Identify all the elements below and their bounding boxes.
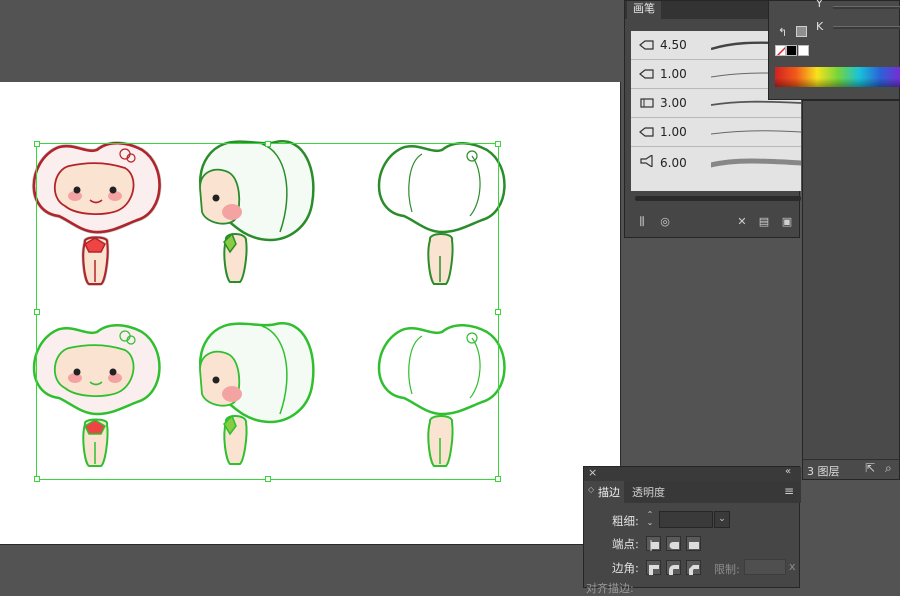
current-color-swatch[interactable] — [796, 26, 807, 37]
calligraphic-brush-icon — [639, 69, 654, 79]
brush-libraries-icon[interactable]: ⫼ — [635, 215, 649, 228]
tab-options-icon: ◇ — [588, 485, 595, 494]
bevel-join-button[interactable] — [686, 560, 701, 575]
brush-size: 4.50 — [660, 38, 687, 52]
miter-join-icon — [649, 565, 659, 575]
layers-panel: 3 图层 ⇱ ⌕ — [802, 100, 900, 480]
color-panel: Y K ↰ — [768, 0, 900, 100]
tab-brushes[interactable]: 画笔 — [627, 1, 661, 19]
butt-cap-icon — [650, 540, 659, 551]
corner-label: 边角: — [612, 561, 639, 575]
none-slash-icon — [776, 46, 785, 55]
k-channel-label: K — [816, 20, 824, 33]
miter-limit-input[interactable] — [744, 559, 786, 575]
art-brush-icon — [640, 98, 654, 108]
white-swatch[interactable] — [798, 45, 809, 56]
brush-stroke-preview — [711, 130, 801, 135]
layers-footer: 3 图层 ⇱ ⌕ — [803, 459, 900, 481]
color-spectrum-shade — [775, 67, 900, 87]
round-join-button[interactable] — [666, 560, 681, 575]
brush-row[interactable]: 6.00 — [631, 147, 801, 181]
handle-bottom-left[interactable] — [34, 476, 40, 482]
weight-label: 粗细: — [612, 514, 639, 528]
remove-brush-stroke-icon[interactable]: ✕ — [735, 215, 749, 228]
selection-bounding-box[interactable] — [34, 141, 501, 482]
projecting-cap-button[interactable] — [686, 536, 701, 551]
align-stroke-label: 对齐描边: — [586, 582, 634, 595]
brush-stroke-bar — [635, 196, 801, 201]
miter-join-button[interactable] — [646, 560, 661, 575]
butt-cap-button[interactable] — [646, 536, 661, 551]
close-icon[interactable]: × — [588, 466, 597, 479]
calligraphic-brush-icon — [639, 40, 654, 50]
tab-transparency[interactable]: 透明度 — [632, 484, 665, 500]
out-of-gamut-arrow-icon[interactable]: ↰ — [778, 26, 787, 39]
handle-top-right[interactable] — [495, 141, 501, 147]
libraries-panel-icon[interactable]: ◎ — [658, 215, 672, 228]
layers-count: 3 图层 — [807, 465, 840, 478]
y-slider-track[interactable] — [833, 6, 900, 9]
brush-row[interactable]: 1.00 — [631, 118, 801, 147]
handle-bottom-right[interactable] — [495, 476, 501, 482]
collapse-icon[interactable]: « — [785, 466, 791, 477]
brush-size: 6.00 — [660, 156, 687, 170]
limit-label: 限制: — [714, 563, 740, 576]
handle-top-left[interactable] — [34, 141, 40, 147]
calligraphic-brush-icon — [639, 127, 654, 137]
handle-middle-right[interactable] — [495, 309, 501, 315]
stroke-panel: × « ◇ 描边 透明度 ≡ 粗细: ⌃ ⌄ ⌄ 端点: 边角: 限制: x 对齐… — [583, 466, 801, 595]
brush-stroke-preview — [711, 158, 801, 168]
tab-stroke[interactable]: ◇ 描边 — [584, 481, 624, 503]
round-join-icon — [669, 565, 679, 575]
brush-size: 1.00 — [660, 125, 687, 139]
brush-options-icon[interactable]: ▤ — [757, 215, 771, 228]
search-icon[interactable]: ⌕ — [885, 461, 892, 476]
black-swatch[interactable] — [786, 45, 797, 56]
none-swatch[interactable] — [775, 45, 786, 56]
tab-stroke-label: 描边 — [598, 486, 620, 499]
handle-bottom-middle[interactable] — [265, 476, 271, 482]
new-brush-icon[interactable]: ▣ — [780, 215, 794, 228]
stroke-panel-tabs: ◇ 描边 透明度 ≡ — [584, 481, 801, 503]
handle-middle-left[interactable] — [34, 309, 40, 315]
round-cap-button[interactable] — [666, 536, 681, 551]
stroke-panel-titlebar[interactable]: × « — [584, 466, 801, 481]
round-cap-icon — [669, 542, 679, 549]
limit-suffix: x — [789, 560, 796, 573]
weight-input[interactable] — [659, 511, 713, 528]
cap-label: 端点: — [612, 537, 639, 551]
export-icon[interactable]: ⇱ — [865, 461, 875, 475]
bristle-brush-icon — [640, 155, 653, 167]
panel-menu-icon[interactable]: ≡ — [784, 484, 794, 498]
brush-size: 1.00 — [660, 67, 687, 81]
brush-size: 3.00 — [660, 96, 687, 110]
k-slider-track[interactable] — [833, 26, 900, 29]
weight-stepper[interactable]: ⌃ ⌄ — [644, 511, 656, 529]
brushes-footer: ⫼ ◎ ✕ ▤ ▣ — [625, 209, 801, 235]
bevel-join-icon — [689, 565, 699, 575]
projecting-cap-icon — [689, 542, 699, 549]
weight-dropdown[interactable]: ⌄ — [714, 511, 730, 528]
handle-top-middle[interactable] — [265, 141, 271, 147]
y-channel-label: Y — [816, 0, 823, 10]
